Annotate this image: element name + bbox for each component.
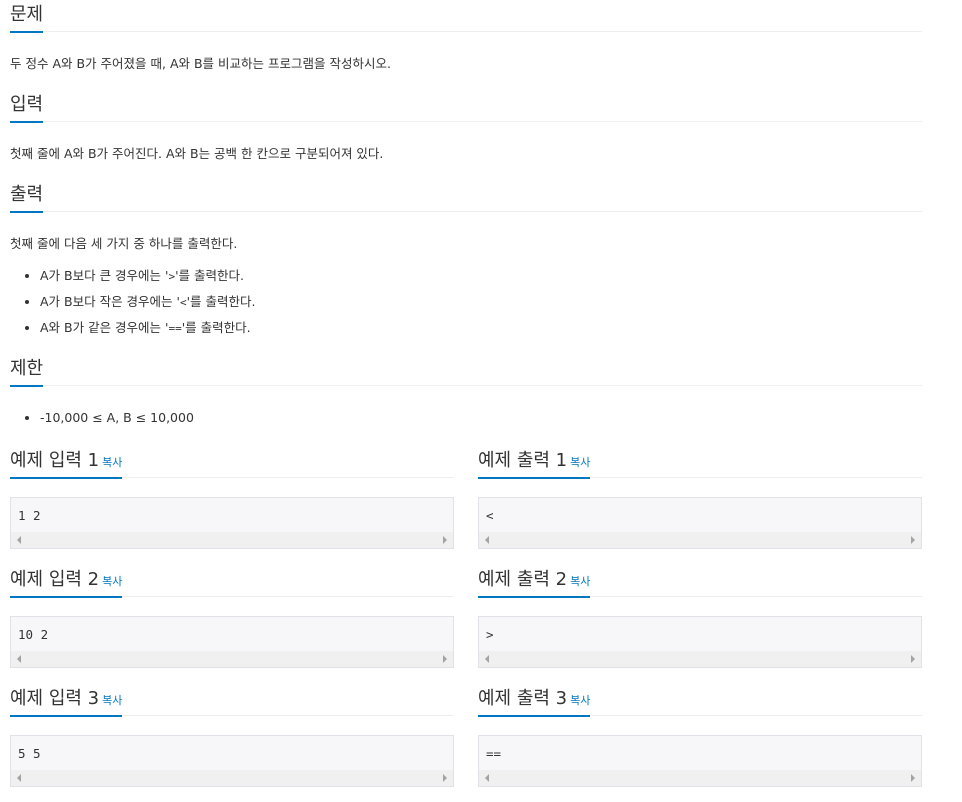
input-description: 첫째 줄에 A와 B가 주어진다. A와 B는 공백 한 칸으로 구분되어져 있… (10, 146, 384, 161)
sample-input-box[interactable]: 1 2 (10, 497, 454, 549)
operator-code: == (168, 322, 182, 335)
scroll-right-arrow-icon[interactable] (911, 774, 915, 782)
limit-list-item: -10,000 ≤ A, B ≤ 10,000 (40, 405, 922, 430)
output-list-item: A가 B보다 작은 경우에는 '<'를 출력한다. (40, 289, 922, 315)
scroll-right-arrow-icon[interactable] (911, 536, 915, 544)
sample-input-header: 예제 입력 1 복사 (10, 449, 454, 479)
problem-page: 문제 두 정수 A와 B가 주어졌을 때, A와 B를 비교하는 프로그램을 작… (0, 0, 962, 802)
copy-button[interactable]: 복사 (570, 575, 590, 588)
output-description: 첫째 줄에 다음 세 가지 중 하나를 출력한다. (10, 236, 238, 251)
sample-input-content: 5 5 (18, 746, 41, 761)
sample-output-header: 예제 출력 3 복사 (478, 687, 922, 717)
input-title: 입력 (10, 93, 44, 123)
sample-input-header: 예제 입력 3 복사 (10, 687, 454, 717)
scroll-left-arrow-icon[interactable] (17, 774, 21, 782)
sample-output-header: 예제 출력 2 복사 (478, 568, 922, 598)
sample-input-content: 10 2 (18, 627, 49, 642)
scroll-right-arrow-icon[interactable] (911, 655, 915, 663)
limit-title: 제한 (10, 357, 44, 387)
copy-button[interactable]: 복사 (570, 456, 590, 469)
problem-description: 두 정수 A와 B가 주어졌을 때, A와 B를 비교하는 프로그램을 작성하시… (10, 56, 391, 71)
sample-output-box[interactable]: == (478, 735, 922, 787)
sample-output-title: 예제 출력 1 (478, 450, 568, 471)
sample-output-content: < (486, 508, 494, 523)
scroll-left-arrow-icon[interactable] (485, 655, 489, 663)
scroll-right-arrow-icon[interactable] (443, 774, 447, 782)
copy-button[interactable]: 복사 (102, 456, 122, 469)
sample-input-3: 예제 입력 3 복사 5 5 (10, 687, 454, 787)
output-title: 출력 (10, 183, 44, 213)
sample-output-2: 예제 출력 2 복사 > (478, 568, 922, 668)
sample-input-content: 1 2 (18, 508, 41, 523)
output-section: 출력 첫째 줄에 다음 세 가지 중 하나를 출력한다. A가 B보다 큰 경우… (10, 180, 922, 341)
sample-input-title: 예제 입력 1 (10, 450, 100, 471)
operator-code: < (179, 296, 187, 309)
output-list: A가 B보다 큰 경우에는 '>'를 출력한다. A가 B보다 작은 경우에는 … (10, 263, 922, 341)
sample-output-content: > (486, 627, 494, 642)
limit-header: 제한 (10, 354, 922, 387)
sample-input-box[interactable]: 10 2 (10, 616, 454, 668)
copy-button[interactable]: 복사 (570, 694, 590, 707)
sample-input-1: 예제 입력 1 복사 1 2 (10, 449, 454, 549)
problem-title: 문제 (10, 3, 44, 33)
copy-button[interactable]: 복사 (102, 694, 122, 707)
output-header: 출력 (10, 180, 922, 213)
problem-section: 문제 두 정수 A와 B가 주어졌을 때, A와 B를 비교하는 프로그램을 작… (10, 0, 922, 73)
horizontal-scrollbar[interactable] (479, 532, 921, 548)
scroll-left-arrow-icon[interactable] (485, 774, 489, 782)
scroll-right-arrow-icon[interactable] (443, 536, 447, 544)
scroll-left-arrow-icon[interactable] (17, 655, 21, 663)
input-section: 입력 첫째 줄에 A와 B가 주어진다. A와 B는 공백 한 칸으로 구분되어… (10, 90, 922, 163)
horizontal-scrollbar[interactable] (479, 651, 921, 667)
sample-input-title: 예제 입력 2 (10, 569, 100, 590)
output-list-item: A와 B가 같은 경우에는 '=='를 출력한다. (40, 315, 922, 341)
sample-input-header: 예제 입력 2 복사 (10, 568, 454, 598)
sample-output-3: 예제 출력 3 복사 == (478, 687, 922, 787)
scroll-left-arrow-icon[interactable] (485, 536, 489, 544)
sample-output-content: == (486, 746, 502, 761)
horizontal-scrollbar[interactable] (479, 770, 921, 786)
sample-output-title: 예제 출력 3 (478, 688, 568, 709)
sample-output-header: 예제 출력 1 복사 (478, 449, 922, 479)
horizontal-scrollbar[interactable] (11, 770, 453, 786)
sample-output-title: 예제 출력 2 (478, 569, 568, 590)
input-header: 입력 (10, 90, 922, 123)
output-list-item: A가 B보다 큰 경우에는 '>'를 출력한다. (40, 263, 922, 289)
problem-header: 문제 (10, 0, 922, 33)
sample-input-2: 예제 입력 2 복사 10 2 (10, 568, 454, 668)
sample-input-box[interactable]: 5 5 (10, 735, 454, 787)
copy-button[interactable]: 복사 (102, 575, 122, 588)
limit-section: 제한 -10,000 ≤ A, B ≤ 10,000 (10, 354, 922, 430)
sample-input-title: 예제 입력 3 (10, 688, 100, 709)
sample-output-box[interactable]: < (478, 497, 922, 549)
horizontal-scrollbar[interactable] (11, 651, 453, 667)
sample-output-box[interactable]: > (478, 616, 922, 668)
limit-list: -10,000 ≤ A, B ≤ 10,000 (10, 405, 922, 430)
sample-output-1: 예제 출력 1 복사 < (478, 449, 922, 549)
horizontal-scrollbar[interactable] (11, 532, 453, 548)
scroll-right-arrow-icon[interactable] (443, 655, 447, 663)
scroll-left-arrow-icon[interactable] (17, 536, 21, 544)
